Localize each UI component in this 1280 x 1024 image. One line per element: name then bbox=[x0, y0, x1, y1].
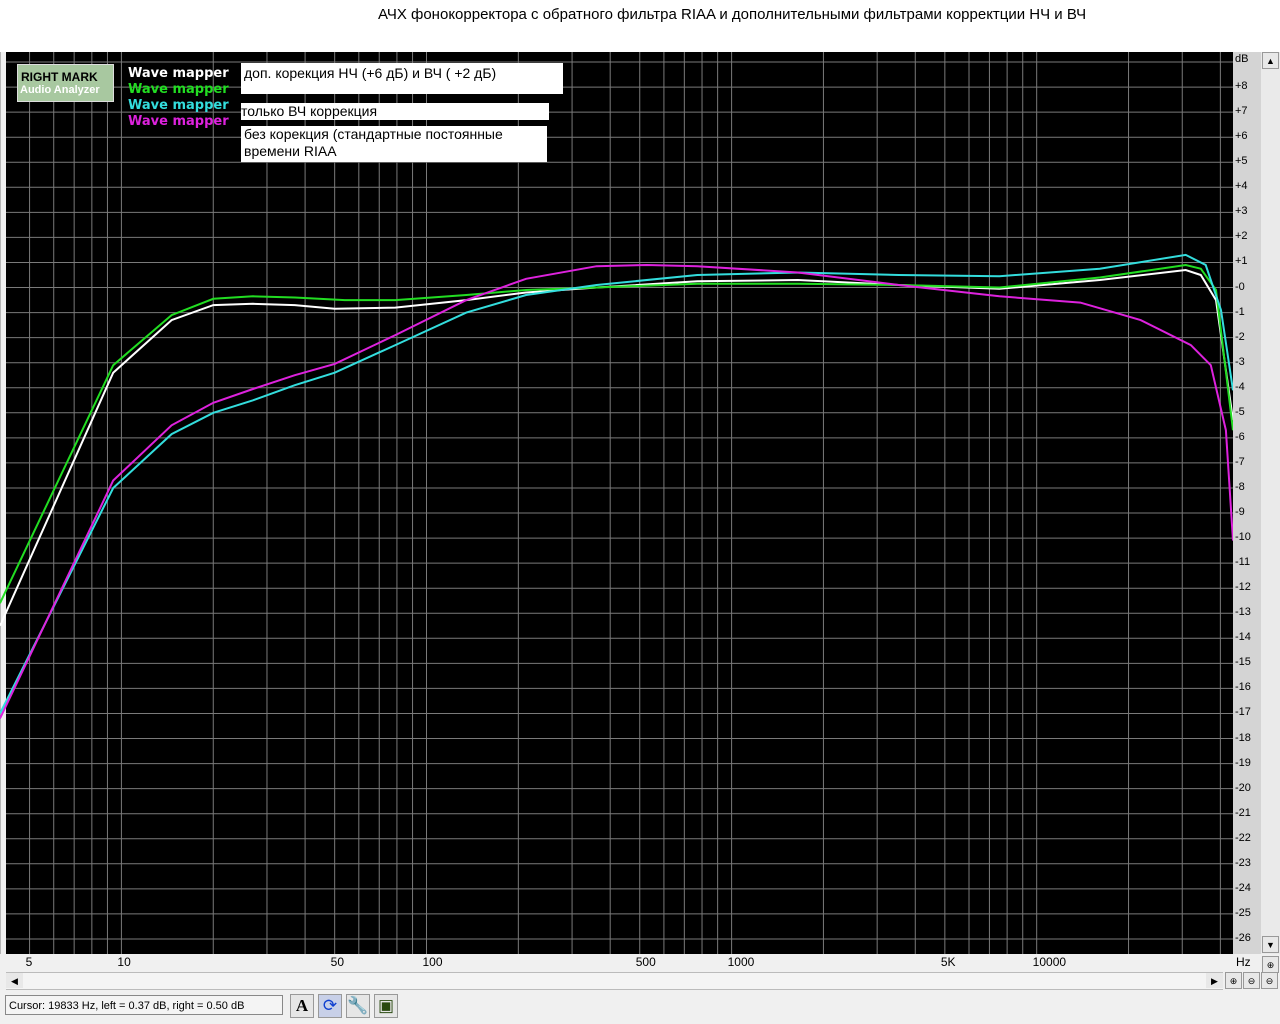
logo-line1: RIGHT MARK bbox=[21, 70, 98, 84]
wrench-icon[interactable]: 🔧 bbox=[346, 994, 370, 1018]
y-tick-label: +5 bbox=[1235, 155, 1248, 168]
y-tick-label: -2 bbox=[1235, 330, 1245, 343]
font-icon[interactable]: A bbox=[290, 994, 314, 1018]
y-tick-label: -19 bbox=[1235, 756, 1251, 769]
y-tick-label: -3 bbox=[1235, 355, 1245, 368]
y-tick-label: -25 bbox=[1235, 906, 1251, 919]
scroll-left-button[interactable]: ◀ bbox=[6, 973, 23, 988]
x-tick-label: 500 bbox=[635, 955, 656, 969]
scroll-up-button[interactable]: ▲ bbox=[1262, 52, 1279, 69]
y-tick-label: +7 bbox=[1235, 105, 1248, 118]
y-tick-label: -15 bbox=[1235, 656, 1251, 669]
logo-line2: Audio Analyzer bbox=[20, 84, 100, 96]
cursor-status: Cursor: 19833 Hz, left = 0.37 dB, right … bbox=[5, 995, 283, 1015]
zoom-in-icon[interactable]: ⊕ bbox=[1225, 972, 1242, 989]
vertical-scrollbar[interactable]: ▲ ▼ bbox=[1261, 52, 1280, 954]
x-tick-label: 5K bbox=[940, 955, 956, 969]
scroll-right-button[interactable]: ▶ bbox=[1206, 973, 1223, 988]
x-axis-unit: Hz bbox=[1236, 955, 1251, 969]
refresh-icon[interactable]: ⟳ bbox=[318, 994, 342, 1018]
y-tick-label: +2 bbox=[1235, 230, 1248, 243]
annotation-no-correction: без корекция (стандартные постоянные вре… bbox=[241, 126, 547, 162]
zoom-reset-icon[interactable]: ⊖ bbox=[1261, 972, 1278, 989]
legend-entry: Wave mapper bbox=[128, 66, 229, 81]
y-tick-label: -0 bbox=[1235, 280, 1245, 293]
y-tick-label: -24 bbox=[1235, 881, 1251, 894]
y-tick-label: -26 bbox=[1235, 931, 1251, 944]
y-tick-label: -17 bbox=[1235, 706, 1251, 719]
y-tick-label: -6 bbox=[1235, 430, 1245, 443]
y-axis-unit: dB bbox=[1235, 53, 1249, 65]
y-tick-label: -14 bbox=[1235, 631, 1251, 644]
x-tick-label: 1000 bbox=[727, 955, 755, 969]
legend-entry: Wave mapper bbox=[128, 98, 229, 113]
horizontal-scrollbar[interactable]: ◀ ▶ bbox=[6, 972, 1223, 990]
y-tick-label: +3 bbox=[1235, 205, 1248, 218]
legend-entry: Wave mapper bbox=[128, 114, 229, 129]
y-tick-label: -4 bbox=[1235, 380, 1245, 393]
zoom-in-vertical-icon[interactable]: ⊕ bbox=[1262, 956, 1279, 973]
rightmark-logo: RIGHT MARK Audio Analyzer bbox=[17, 64, 114, 102]
y-tick-label: +6 bbox=[1235, 130, 1248, 143]
chart-title: АЧХ фонокорректора с обратного фильтра R… bbox=[378, 6, 1087, 23]
y-tick-label: -7 bbox=[1235, 455, 1245, 468]
y-tick-label: -13 bbox=[1235, 606, 1251, 619]
scroll-down-button[interactable]: ▼ bbox=[1262, 936, 1279, 953]
x-tick-label: 50 bbox=[330, 955, 345, 969]
y-tick-label: -22 bbox=[1235, 831, 1251, 844]
y-tick-label: -1 bbox=[1235, 305, 1245, 318]
y-tick-label: -12 bbox=[1235, 581, 1251, 594]
y-tick-label: -10 bbox=[1235, 531, 1251, 544]
save-icon[interactable]: ▣ bbox=[374, 994, 398, 1018]
y-tick-label: -21 bbox=[1235, 806, 1251, 819]
x-tick-label: 100 bbox=[422, 955, 443, 969]
annotation-hf-lf: доп. корекция НЧ (+6 дБ) и ВЧ ( +2 дБ) bbox=[241, 63, 563, 94]
title-area: АЧХ фонокорректора с обратного фильтра R… bbox=[0, 0, 1280, 52]
y-tick-label: -5 bbox=[1235, 405, 1245, 418]
plot-left-margin bbox=[0, 52, 6, 954]
x-tick-label: 5 bbox=[25, 955, 33, 969]
y-tick-label: -16 bbox=[1235, 681, 1251, 694]
y-tick-label: +8 bbox=[1235, 80, 1248, 93]
plot-area bbox=[0, 52, 1233, 954]
y-tick-label: -11 bbox=[1235, 556, 1251, 569]
y-tick-label: -9 bbox=[1235, 506, 1245, 519]
zoom-out-icon[interactable]: ⊖ bbox=[1243, 972, 1260, 989]
y-tick-label: +4 bbox=[1235, 180, 1248, 193]
y-tick-label: +1 bbox=[1235, 255, 1248, 268]
legend-entry: Wave mapper bbox=[128, 82, 229, 97]
y-tick-label: -23 bbox=[1235, 856, 1251, 869]
x-tick-label: 10000 bbox=[1032, 955, 1067, 969]
y-tick-label: -8 bbox=[1235, 480, 1245, 493]
y-tick-label: -20 bbox=[1235, 781, 1251, 794]
y-tick-label: -18 bbox=[1235, 731, 1251, 744]
annotation-hf-only: только ВЧ коррекция bbox=[241, 103, 549, 120]
x-tick-label: 10 bbox=[117, 955, 131, 969]
